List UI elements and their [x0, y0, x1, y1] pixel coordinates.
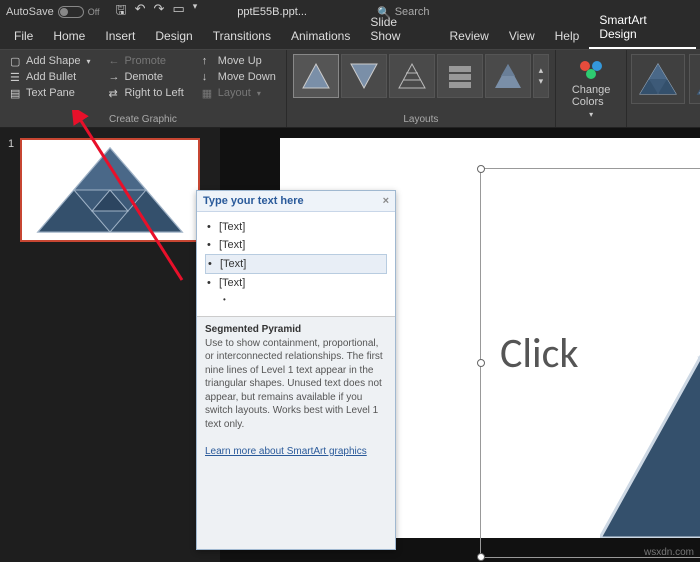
move-up-button[interactable]: ↑Move Up: [200, 54, 278, 68]
layout-button[interactable]: ▦Layout▾: [200, 86, 278, 100]
textpane-header: Type your text here ×: [197, 191, 395, 212]
toggle-off-icon[interactable]: [58, 6, 84, 18]
promote-button[interactable]: ←Promote: [106, 54, 185, 68]
present-icon[interactable]: ▭: [172, 1, 184, 23]
learn-more-link[interactable]: Learn more about SmartArt graphics: [205, 446, 367, 457]
textpane-item[interactable]: [Text]: [205, 274, 387, 292]
desc-body: Use to show containment, proportional, o…: [205, 338, 383, 430]
chevron-down-icon: ▾: [86, 57, 90, 66]
undo-icon[interactable]: ↶: [135, 1, 146, 23]
resize-handle[interactable]: [477, 359, 485, 367]
tab-slideshow[interactable]: Slide Show: [360, 11, 439, 49]
demote-icon: →: [108, 71, 120, 83]
autosave-label: AutoSave: [6, 6, 54, 18]
slide-thumbnail-1[interactable]: 1: [8, 138, 212, 242]
down-icon: ↓: [202, 71, 214, 83]
up-icon: ↑: [202, 55, 214, 67]
tab-help[interactable]: Help: [545, 25, 590, 49]
ribbon-tabs: File Home Insert Design Transitions Anim…: [0, 24, 700, 50]
textpane-description: Segmented Pyramid Use to show containmen…: [197, 316, 395, 549]
close-icon[interactable]: ×: [383, 195, 389, 207]
qat-dropdown-icon[interactable]: ▾: [193, 1, 198, 23]
resize-handle[interactable]: [477, 553, 485, 561]
bullet-icon: ☰: [10, 71, 22, 83]
tab-design[interactable]: Design: [145, 25, 202, 49]
tab-animations[interactable]: Animations: [281, 25, 360, 49]
resize-handle[interactable]: [477, 165, 485, 173]
demote-button[interactable]: →Demote: [106, 70, 185, 84]
group-create-graphic: ▢Add Shape▾ ☰Add Bullet ▤Text Pane ←Prom…: [0, 50, 287, 127]
group-label-layouts: Layouts: [287, 112, 555, 127]
palette-icon: [577, 58, 605, 82]
layout-icon: ▦: [202, 87, 214, 99]
textpane-item[interactable]: [Text]: [205, 254, 387, 274]
quick-access-toolbar: 🖫 ↶ ↷ ▭ ▾: [116, 1, 198, 23]
textpane-list[interactable]: [Text] [Text] [Text] [Text]: [197, 212, 395, 316]
tab-transitions[interactable]: Transitions: [203, 25, 281, 49]
tab-insert[interactable]: Insert: [95, 25, 145, 49]
text-pane-button[interactable]: ▤Text Pane: [8, 86, 92, 100]
rtl-icon: ⇄: [108, 87, 120, 99]
add-shape-button[interactable]: ▢Add Shape▾: [8, 54, 92, 68]
textpane-title: Type your text here: [203, 195, 304, 207]
watermark: wsxdn.com: [644, 547, 694, 558]
autosave-state: Off: [88, 7, 100, 17]
tab-view[interactable]: View: [499, 25, 545, 49]
style-thumb-2[interactable]: [689, 54, 700, 104]
group-colors: Change Colors ▾: [556, 50, 628, 127]
group-layouts: ▴▾ Layouts: [287, 50, 556, 127]
add-shape-icon: ▢: [10, 55, 22, 67]
group-styles: [627, 50, 700, 127]
layout-thumb-3[interactable]: [389, 54, 435, 98]
textpane-item[interactable]: [Text]: [205, 236, 387, 254]
save-icon[interactable]: 🖫: [116, 1, 127, 23]
textpane-icon: ▤: [10, 87, 22, 99]
tab-file[interactable]: File: [4, 25, 43, 49]
move-down-button[interactable]: ↓Move Down: [200, 70, 278, 84]
chevron-down-icon: ▾: [589, 110, 593, 119]
tab-home[interactable]: Home: [43, 25, 95, 49]
textpane-subitem[interactable]: [205, 292, 387, 310]
textpane-item[interactable]: [Text]: [205, 218, 387, 236]
layout-thumb-4[interactable]: [437, 54, 483, 98]
chevron-down-icon: ▾: [257, 89, 261, 98]
smartart-text-pane[interactable]: Type your text here × [Text] [Text] [Tex…: [196, 190, 396, 550]
layouts-more[interactable]: ▴▾: [533, 54, 549, 98]
style-thumb-1[interactable]: [631, 54, 685, 104]
tab-review[interactable]: Review: [439, 25, 498, 49]
group-label-create: Create Graphic: [8, 112, 278, 125]
layout-thumb-2[interactable]: [341, 54, 387, 98]
pyramid-smartart[interactable]: [Text] [Text] [Text]: [600, 178, 700, 538]
ribbon: ▢Add Shape▾ ☰Add Bullet ▤Text Pane ←Prom…: [0, 50, 700, 128]
desc-title: Segmented Pyramid: [205, 324, 301, 335]
tab-smartart-design[interactable]: SmartArt Design: [589, 9, 696, 49]
right-to-left-button[interactable]: ⇄Right to Left: [106, 86, 185, 100]
autosave-toggle[interactable]: AutoSave Off: [6, 6, 100, 18]
slide-panel: 1: [0, 128, 220, 562]
layout-thumb-1[interactable]: [293, 54, 339, 98]
layout-thumb-5[interactable]: [485, 54, 531, 98]
change-colors-button[interactable]: Change Colors ▾: [564, 54, 619, 119]
redo-icon[interactable]: ↷: [154, 1, 165, 23]
add-bullet-button[interactable]: ☰Add Bullet: [8, 70, 92, 84]
promote-icon: ←: [108, 55, 120, 67]
document-title: pptE55B.ppt...: [237, 6, 307, 18]
slide-number: 1: [8, 138, 14, 242]
slide-preview[interactable]: [20, 138, 200, 242]
